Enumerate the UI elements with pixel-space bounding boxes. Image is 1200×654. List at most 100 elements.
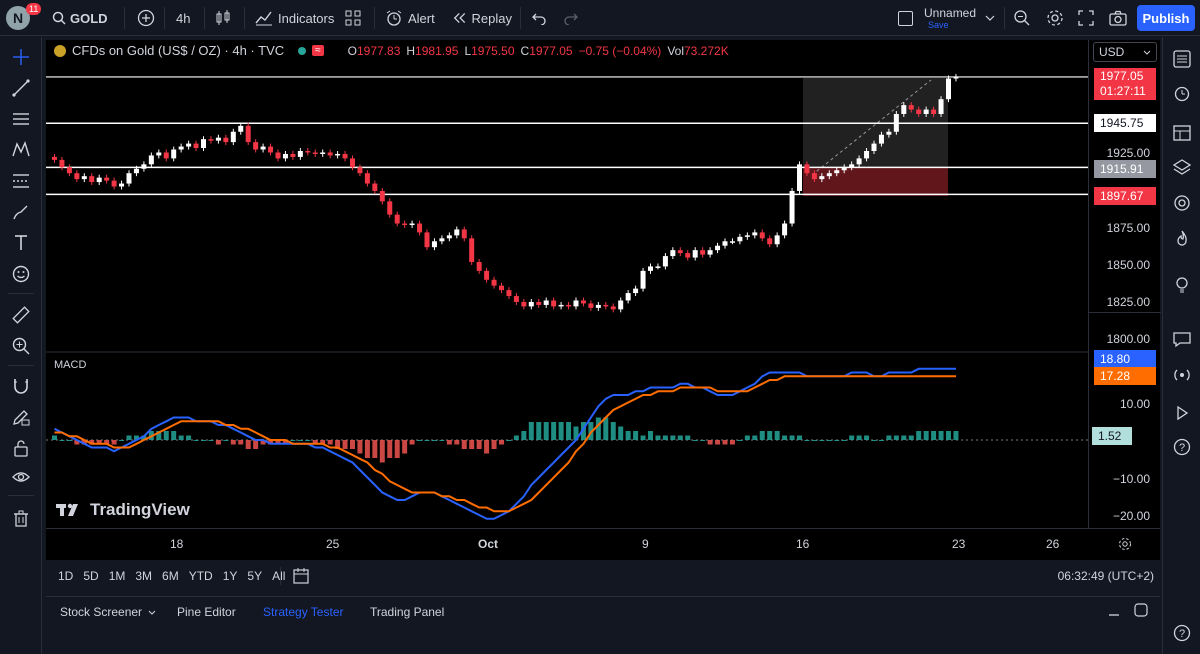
publish-button[interactable]: Publish [1137, 5, 1195, 31]
candle-body [908, 105, 914, 110]
user-avatar[interactable]: N 11 [6, 0, 42, 36]
object-tree-button[interactable] [1170, 155, 1194, 179]
interval-button[interactable]: 4h [176, 0, 198, 36]
candle-body [126, 173, 132, 184]
tradingview-watermark: TradingView [56, 500, 190, 520]
price-scale[interactable]: USD 1925.00 1875.00 1850.00 1825.00 1800… [1088, 40, 1161, 528]
candle-body [327, 152, 333, 156]
bottom-help-button[interactable]: ? [1170, 621, 1194, 645]
trendline-tool[interactable] [9, 76, 33, 100]
pattern-tool[interactable] [9, 138, 33, 162]
data-window-button[interactable] [1170, 121, 1194, 145]
tab-trading-panel[interactable]: Trading Panel [370, 605, 444, 619]
chart-type-button[interactable] [214, 0, 236, 36]
time-scale[interactable]: 18 25 Oct 9 16 23 26 [46, 528, 1160, 560]
layout-name: Unnamed [924, 5, 977, 20]
range-5d[interactable]: 5D [83, 569, 98, 583]
zoom-tool[interactable] [9, 334, 33, 358]
chats-button[interactable] [1170, 327, 1194, 351]
ohlc-low: L1975.50 [464, 43, 515, 58]
lock-drawings-tool[interactable] [9, 436, 33, 460]
scale-settings-button[interactable] [1118, 537, 1132, 554]
collapse-panel-button[interactable] [1108, 605, 1120, 620]
remove-drawings-tool[interactable] [9, 507, 33, 531]
hotlists-button[interactable] [1170, 191, 1194, 215]
tab-stock-screener[interactable]: Stock Screener [60, 605, 156, 619]
compare-button[interactable] [136, 0, 156, 36]
price-tick: 1925.00 [1106, 146, 1150, 160]
snapshot-button[interactable] [1109, 0, 1129, 36]
flame-icon [1177, 230, 1187, 246]
hotlist-fire-button[interactable] [1170, 227, 1194, 251]
redo-button[interactable] [563, 0, 581, 36]
alert-button[interactable]: Alert [385, 0, 441, 36]
goto-date-button[interactable] [292, 567, 310, 588]
indicators-label: Indicators [278, 10, 335, 26]
chart-pane[interactable]: CFDs on Gold (US$ / OZ) · 4h · TVC ≈ O19… [46, 40, 1088, 528]
checkbox-sync[interactable] [898, 0, 916, 36]
candle-body [692, 250, 698, 258]
crosshair-icon [13, 49, 29, 65]
search-icon [52, 11, 66, 25]
currency-selector[interactable]: USD [1093, 42, 1157, 62]
symbol-search[interactable]: GOLD [52, 0, 132, 36]
magnet-tool[interactable] [9, 374, 33, 398]
chat-icon [1173, 332, 1191, 348]
range-1m[interactable]: 1M [109, 569, 126, 583]
candle-body [156, 152, 162, 156]
timezone-clock[interactable]: 06:32:49 (UTC+2) [1058, 569, 1154, 583]
macd-histogram-bar [297, 440, 303, 441]
macd-histogram-bar [551, 422, 557, 440]
macd-histogram-bar [886, 435, 892, 440]
brush-tool[interactable] [9, 200, 33, 224]
text-tool[interactable] [9, 231, 33, 255]
settings-button[interactable] [1046, 0, 1064, 36]
replay-button[interactable]: Replay [452, 0, 512, 36]
time-tick: 18 [170, 537, 184, 551]
svg-text:?: ? [1179, 442, 1185, 454]
macd-histogram-bar [536, 422, 542, 440]
alerts-panel-button[interactable] [1170, 81, 1194, 105]
range-5y[interactable]: 5Y [247, 569, 262, 583]
candle-body [215, 137, 221, 141]
macd-tick: 10.00 [1119, 397, 1150, 411]
quick-search-button[interactable] [1013, 0, 1031, 36]
range-3m[interactable]: 3M [135, 569, 152, 583]
ideas-button[interactable] [1170, 273, 1194, 297]
candle-body [588, 303, 594, 308]
macd-histogram-bar [640, 435, 646, 440]
candle-body [52, 156, 57, 160]
range-ytd[interactable]: YTD [189, 569, 213, 583]
indicators-button[interactable]: Indicators [255, 0, 335, 36]
templates-button[interactable] [344, 0, 366, 36]
candle-body [782, 223, 788, 236]
range-1y[interactable]: 1Y [223, 569, 238, 583]
tab-pine-editor[interactable]: Pine Editor [177, 605, 236, 619]
range-6m[interactable]: 6M [162, 569, 179, 583]
calendar-button[interactable] [1170, 401, 1194, 425]
help-button[interactable]: ? [1170, 435, 1194, 459]
undo-button[interactable] [531, 0, 549, 36]
horizontal-lines-tool[interactable] [9, 107, 33, 131]
ohlc-high: H1981.95 [406, 43, 459, 58]
prediction-tool[interactable] [9, 169, 33, 193]
hide-drawings-tool[interactable] [9, 465, 33, 489]
crosshair-tool[interactable] [9, 45, 33, 69]
watchlist-button[interactable] [1170, 47, 1194, 71]
tab-strategy-tester[interactable]: Strategy Tester [263, 605, 343, 619]
range-all[interactable]: All [272, 569, 285, 583]
candle-body [819, 176, 825, 180]
range-1d[interactable]: 1D [58, 569, 73, 583]
keep-drawing-tool[interactable] [9, 405, 33, 429]
emoji-tool[interactable] [9, 262, 33, 286]
candle-body [312, 152, 318, 154]
candle-body [297, 151, 303, 157]
streams-button[interactable] [1170, 363, 1194, 387]
candle-body [148, 155, 154, 165]
minimize-icon [1109, 614, 1119, 616]
ruler-tool[interactable] [9, 303, 33, 327]
candle-body [700, 250, 706, 255]
candle-body [74, 173, 80, 180]
maximize-panel-button[interactable] [1134, 603, 1148, 620]
fullscreen-button[interactable] [1078, 0, 1096, 36]
